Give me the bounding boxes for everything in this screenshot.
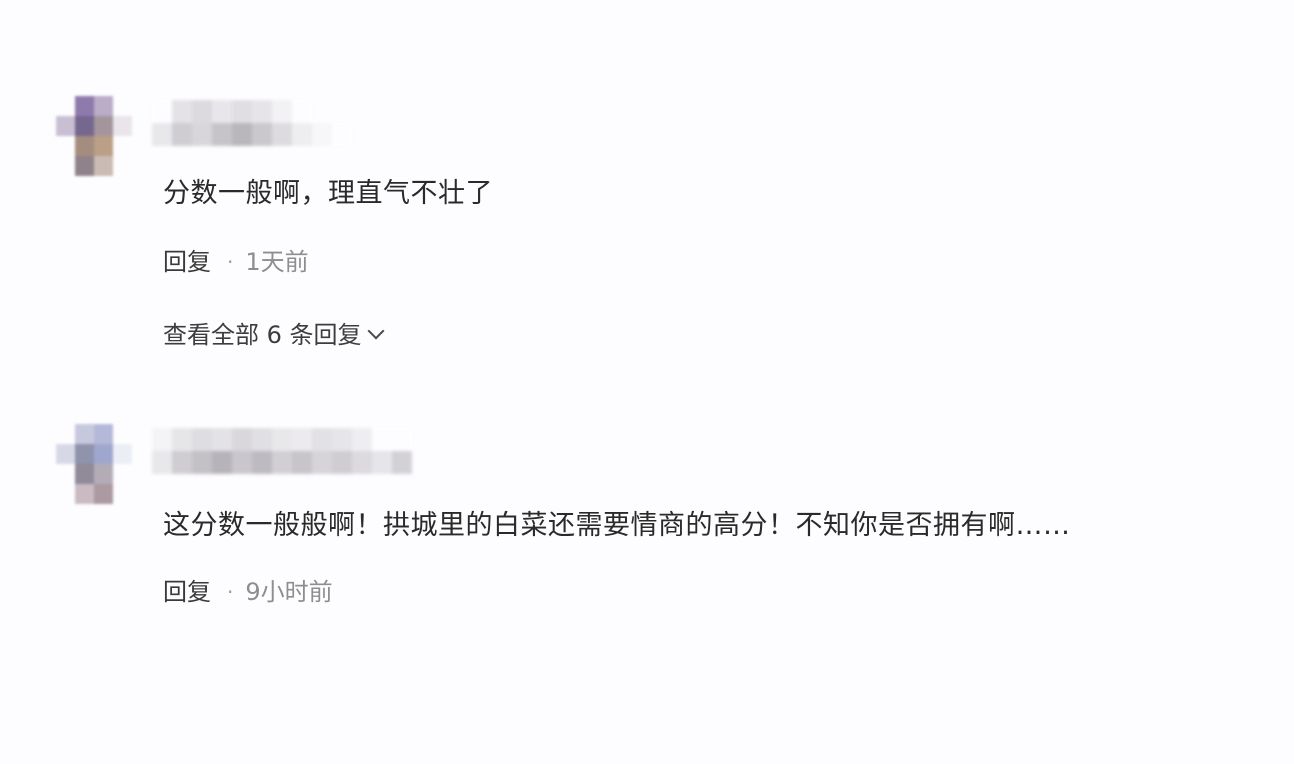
reply-button[interactable]: 回复 [163, 577, 211, 607]
username-blurred[interactable] [152, 100, 352, 146]
view-all-replies-button[interactable]: 查看全部 6 条回复 [163, 320, 385, 350]
view-all-replies-label: 查看全部 6 条回复 [163, 321, 362, 349]
comment-meta: 回复 · 1天前 [163, 247, 309, 277]
separator-dot: · [227, 250, 234, 274]
separator-dot: · [227, 580, 234, 604]
comment-text: 这分数一般般啊！拱城里的白菜还需要情商的高分！不知你是否拥有啊…… [163, 510, 1071, 541]
chevron-down-icon [367, 322, 385, 340]
comment-text: 分数一般啊，理直气不壮了 [163, 178, 493, 209]
comment-timestamp: 1天前 [245, 248, 309, 276]
comment-timestamp: 9小时前 [245, 578, 333, 606]
comment-meta: 回复 · 9小时前 [163, 577, 333, 607]
avatar[interactable] [56, 424, 132, 504]
avatar[interactable] [56, 96, 132, 176]
reply-button[interactable]: 回复 [163, 247, 211, 277]
username-blurred[interactable] [152, 428, 412, 474]
